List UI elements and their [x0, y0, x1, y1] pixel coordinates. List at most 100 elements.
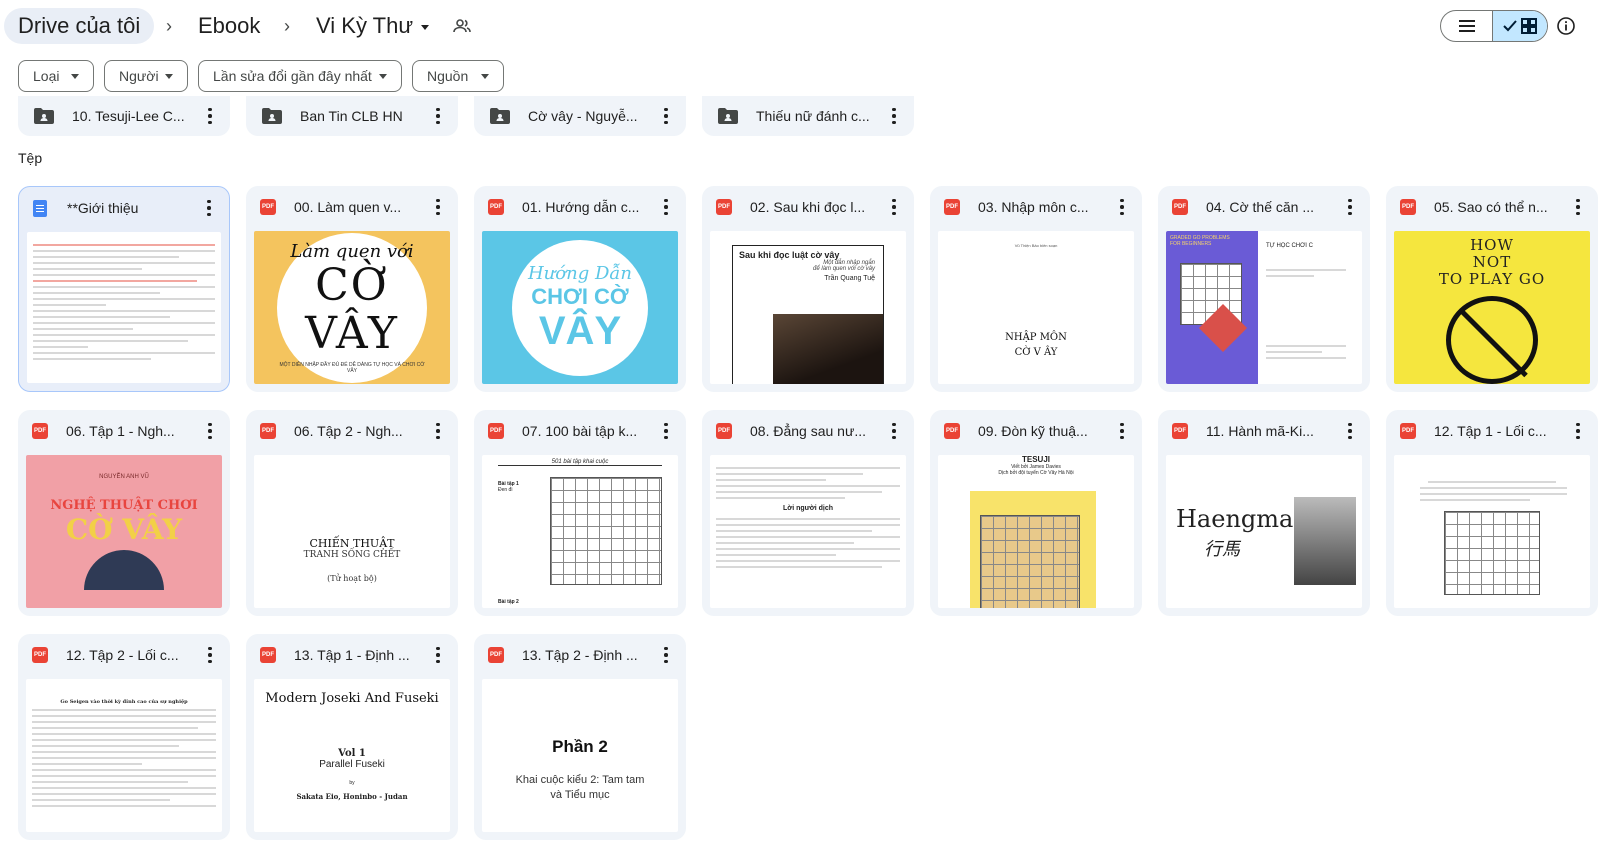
more-options-icon[interactable]: [200, 421, 220, 441]
more-options-icon[interactable]: [200, 645, 220, 665]
file-card[interactable]: PDF 09. Đòn kỹ thuậ... TESUJI Viết bởi J…: [930, 410, 1142, 616]
more-options-icon[interactable]: [1568, 197, 1588, 217]
file-thumbnail: GRADED GO PROBLEMS FOR BEGINNERS TỰ HỌC …: [1166, 231, 1362, 384]
file-name: 07. 100 bài tập k...: [522, 423, 638, 439]
cover-text: Parallel Fuseki: [319, 759, 385, 770]
more-options-icon[interactable]: [884, 197, 904, 217]
more-options-icon[interactable]: [656, 645, 676, 665]
more-options-icon[interactable]: [428, 197, 448, 217]
shared-folder-icon: [34, 108, 54, 124]
file-card[interactable]: PDF 02. Sau khi đọc l... Sau khi đọc luậ…: [702, 186, 914, 392]
cover-title: Sau khi đọc luật cờ vây: [739, 250, 840, 260]
file-card[interactable]: PDF 13. Tập 2 - Định ... Phần 2 Khai cuộ…: [474, 634, 686, 840]
file-grid: **Giới thiệu PDF 00. Làm quen v... Làm q…: [18, 186, 1598, 840]
breadcrumb-current[interactable]: Vi Kỳ Thư: [316, 8, 430, 44]
file-card[interactable]: PDF 03. Nhập môn c... Vũ Thiện Bảo biên …: [930, 186, 1142, 392]
more-options-icon[interactable]: [656, 197, 676, 217]
cover-title: NHẬP MÔN: [1005, 332, 1067, 343]
more-options-icon[interactable]: [200, 106, 220, 126]
file-name: 11. Hành mã-Ki...: [1206, 423, 1314, 439]
file-card-header: PDF 11. Hành mã-Ki...: [1158, 410, 1370, 452]
more-options-icon[interactable]: [1340, 197, 1360, 217]
file-card[interactable]: PDF 01. Hướng dẫn c... Hướng Dẫn CHƠI CỜ…: [474, 186, 686, 392]
file-thumbnail: Lời người dịch: [710, 455, 906, 608]
file-card-header: **Giới thiệu: [19, 187, 229, 229]
file-card-header: PDF 03. Nhập môn c...: [930, 186, 1142, 228]
file-card[interactable]: PDF 12. Tập 1 - Lối c...: [1386, 410, 1598, 616]
info-icon[interactable]: [1556, 16, 1576, 36]
file-card[interactable]: **Giới thiệu: [18, 186, 230, 392]
more-options-icon[interactable]: [199, 198, 219, 218]
file-card[interactable]: PDF 11. Hành mã-Ki... Haengma 行馬: [1158, 410, 1370, 616]
file-card[interactable]: PDF 05. Sao có thể n... HOW NOT TO PLAY …: [1386, 186, 1598, 392]
filter-source[interactable]: Nguồn: [412, 60, 504, 92]
pdf-icon: PDF: [1400, 199, 1416, 215]
more-options-icon[interactable]: [1112, 197, 1132, 217]
pdf-icon: PDF: [1172, 423, 1188, 439]
file-name: 13. Tập 2 - Định ...: [522, 647, 638, 663]
more-options-icon[interactable]: [428, 106, 448, 126]
file-name: 12. Tập 1 - Lối c...: [1434, 423, 1547, 439]
file-card[interactable]: PDF 13. Tập 1 - Định ... Modern Joseki A…: [246, 634, 458, 840]
file-card[interactable]: PDF 06. Tập 2 - Ngh... CHIẾN THUẬT TRANH…: [246, 410, 458, 616]
pdf-icon: PDF: [1172, 199, 1188, 215]
more-options-icon[interactable]: [1340, 421, 1360, 441]
breadcrumb-root[interactable]: Drive của tôi: [4, 8, 155, 44]
more-options-icon[interactable]: [656, 421, 676, 441]
file-card-header: PDF 13. Tập 2 - Định ...: [474, 634, 686, 676]
cover-circle: Làm quen với CỜ VÂY MỘT DIỄN NHẬP ĐẦY ĐỦ…: [277, 232, 427, 383]
file-card-header: PDF 13. Tập 1 - Định ...: [246, 634, 458, 676]
folder-item[interactable]: Cờ vây - Nguyễ...: [474, 96, 686, 136]
file-name: 01. Hướng dẫn c...: [522, 199, 640, 215]
more-options-icon[interactable]: [1112, 421, 1132, 441]
cover-title: TESUJI: [1021, 455, 1050, 464]
file-card-header: PDF 08. Đẳng sau nư...: [702, 410, 914, 452]
folder-item[interactable]: 10. Tesuji-Lee C...: [18, 96, 230, 136]
folder-item[interactable]: Ban Tin CLB HN: [246, 96, 458, 136]
exercise-label: Bài tập 2: [498, 599, 519, 605]
file-card[interactable]: PDF 12. Tập 2 - Lối c... Go Seigen vào t…: [18, 634, 230, 840]
cover-title: TRANH SỐNG CHẾT: [303, 550, 401, 560]
more-options-icon[interactable]: [1568, 421, 1588, 441]
list-icon: [1458, 20, 1475, 32]
exercise-text: Đen đi: [498, 487, 513, 493]
pdf-icon: PDF: [32, 423, 48, 439]
file-card[interactable]: PDF 08. Đẳng sau nư... Lời người dịch: [702, 410, 914, 616]
cover-title: CỜ VÂY: [305, 260, 399, 359]
file-card[interactable]: PDF 06. Tập 1 - Ngh... NGUYỄN ANH VŨ NGH…: [18, 410, 230, 616]
go-board: [980, 515, 1080, 608]
cover-text: để làm quen với cờ vây: [813, 266, 875, 272]
pdf-icon: PDF: [260, 423, 276, 439]
pdf-icon: PDF: [944, 199, 960, 215]
filter-people[interactable]: Người: [104, 60, 188, 92]
cover-circle: Hướng Dẫn CHƠI CỜ VÂY: [512, 239, 648, 376]
filter-modified[interactable]: Lần sửa đổi gần đây nhất: [198, 60, 402, 92]
more-options-icon[interactable]: [656, 106, 676, 126]
file-card[interactable]: PDF 04. Cờ thế căn ... GRADED GO PROBLEM…: [1158, 186, 1370, 392]
grid-view-button[interactable]: [1492, 11, 1547, 41]
pdf-icon: PDF: [944, 423, 960, 439]
pdf-icon: PDF: [32, 647, 48, 663]
file-thumbnail: Modern Joseki And Fuseki Vol 1 Parallel …: [254, 679, 450, 832]
more-options-icon[interactable]: [428, 645, 448, 665]
file-card[interactable]: PDF 00. Làm quen v... Làm quen với CỜ VÂ…: [246, 186, 458, 392]
folder-name: 10. Tesuji-Lee C...: [72, 108, 185, 124]
breadcrumb-ebook[interactable]: Ebook: [198, 8, 260, 44]
filter-type[interactable]: Loại: [18, 60, 94, 92]
file-card-header: PDF 05. Sao có thể n...: [1386, 186, 1598, 228]
pdf-icon: PDF: [716, 423, 732, 439]
file-card-header: PDF 06. Tập 1 - Ngh...: [18, 410, 230, 452]
file-thumbnail: Phần 2 Khai cuộc kiểu 2: Tam tam và Tiểu…: [482, 679, 678, 832]
chevron-right-icon: ›: [166, 16, 172, 36]
more-options-icon[interactable]: [884, 421, 904, 441]
list-view-button[interactable]: [1441, 11, 1492, 41]
file-card[interactable]: PDF 07. 100 bài tập k... 501 bài tập kha…: [474, 410, 686, 616]
cover-text: Hướng Dẫn: [527, 263, 633, 284]
cover-text: Khai cuộc kiểu 2: Tam tam: [515, 774, 645, 786]
shared-people-icon[interactable]: [452, 16, 472, 36]
file-thumbnail: CHIẾN THUẬT TRANH SỐNG CHẾT (Tử hoạt bộ): [254, 455, 450, 608]
more-options-icon[interactable]: [428, 421, 448, 441]
more-options-icon[interactable]: [884, 106, 904, 126]
cover-photo: [1294, 497, 1356, 585]
folder-item[interactable]: Thiếu nữ đánh c...: [702, 96, 914, 136]
